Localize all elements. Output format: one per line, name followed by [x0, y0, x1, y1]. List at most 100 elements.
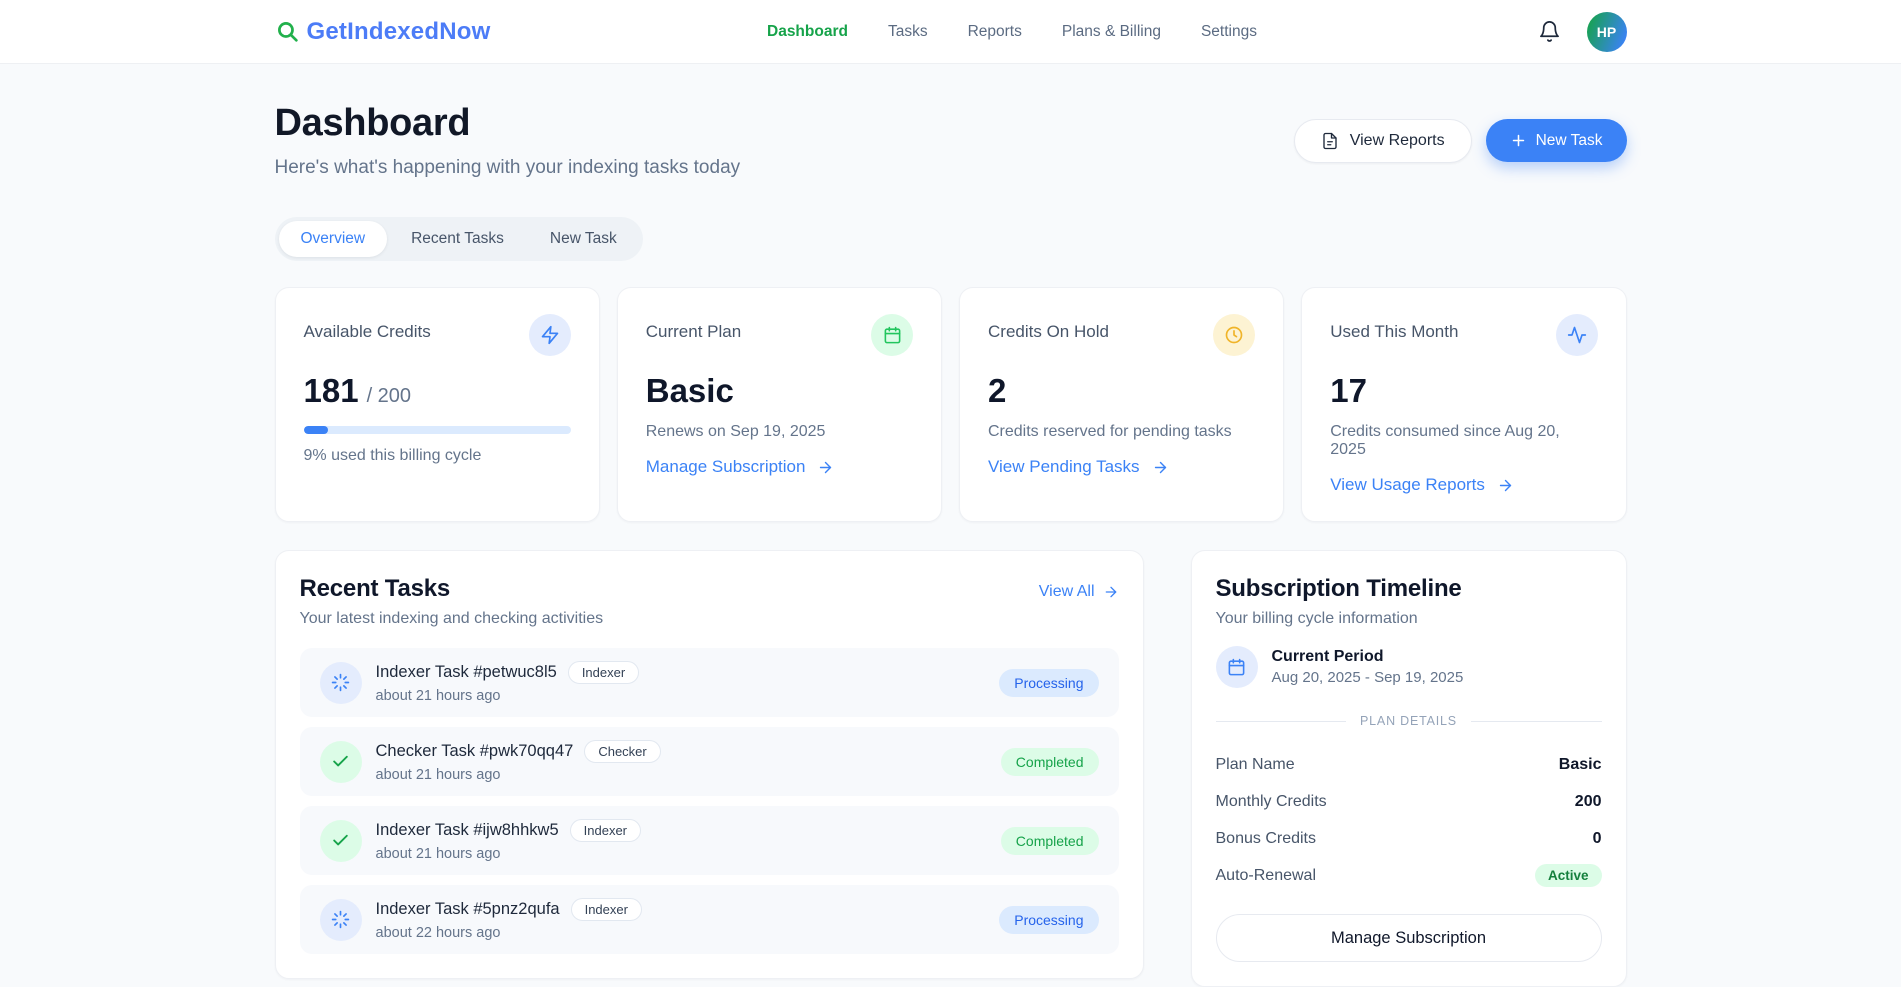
view-all-label: View All	[1039, 583, 1095, 601]
detail-value: 200	[1575, 793, 1602, 811]
subscription-subtitle: Your billing cycle information	[1216, 610, 1602, 628]
detail-label: Plan Name	[1216, 756, 1295, 774]
view-tabs: Overview Recent Tasks New Task	[275, 217, 643, 261]
task-name: Checker Task #pwk70qq47	[376, 742, 574, 761]
new-task-label: New Task	[1536, 132, 1603, 150]
manage-subscription-button[interactable]: Manage Subscription	[1216, 914, 1602, 962]
hold-value: 2	[988, 372, 1006, 410]
status-badge: Completed	[1001, 748, 1099, 776]
plus-icon	[1510, 132, 1527, 149]
nav-item-settings[interactable]: Settings	[1201, 23, 1257, 41]
task-name: Indexer Task #petwuc8l5	[376, 663, 557, 682]
task-timestamp: about 21 hours ago	[376, 767, 987, 783]
used-value: 17	[1330, 372, 1367, 410]
stat-title: Used This Month	[1330, 314, 1458, 342]
detail-label: Bonus Credits	[1216, 830, 1317, 848]
stat-title: Current Plan	[646, 314, 741, 342]
view-pending-tasks-link[interactable]: View Pending Tasks	[988, 457, 1169, 477]
stat-card-used-this-month: Used This Month 17 Credits consumed sinc…	[1301, 287, 1626, 522]
stat-card-available-credits: Available Credits 181 / 200 9% used this…	[275, 287, 600, 522]
current-period-label: Current Period	[1272, 648, 1464, 666]
credits-total: / 200	[367, 385, 411, 408]
detail-value: Basic	[1559, 756, 1602, 774]
current-period-range: Aug 20, 2025 - Sep 19, 2025	[1272, 669, 1464, 686]
nav-item-plans-billing[interactable]: Plans & Billing	[1062, 23, 1161, 41]
task-type-badge: Indexer	[570, 819, 641, 842]
detail-row-auto-renewal: Auto-Renewal Active	[1216, 857, 1602, 894]
task-row[interactable]: Checker Task #pwk70qq47 Checker about 21…	[300, 727, 1119, 796]
task-timestamp: about 22 hours ago	[376, 925, 986, 941]
calendar-icon	[871, 314, 913, 356]
tab-overview[interactable]: Overview	[279, 221, 388, 257]
file-text-icon	[1321, 132, 1339, 150]
task-row[interactable]: Indexer Task #5pnz2qufa Indexer about 22…	[300, 885, 1119, 954]
hold-caption: Credits reserved for pending tasks	[988, 423, 1255, 441]
task-name: Indexer Task #ijw8hhkw5	[376, 821, 559, 840]
plan-details-divider: PLAN DETAILS	[1216, 714, 1602, 728]
nav-item-dashboard[interactable]: Dashboard	[767, 23, 848, 41]
task-type-badge: Indexer	[571, 898, 642, 921]
top-navigation-bar: GetIndexedNow Dashboard Tasks Reports Pl…	[0, 0, 1901, 64]
stat-title: Credits On Hold	[988, 314, 1109, 342]
brand-name: GetIndexedNow	[307, 18, 491, 46]
view-reports-label: View Reports	[1350, 132, 1445, 150]
recent-tasks-title: Recent Tasks	[300, 575, 604, 603]
recent-tasks-panel: Recent Tasks Your latest indexing and ch…	[275, 550, 1144, 979]
new-task-button[interactable]: New Task	[1486, 119, 1627, 162]
credits-progress-bar	[304, 426, 571, 434]
recent-tasks-subtitle: Your latest indexing and checking activi…	[300, 610, 604, 628]
task-type-badge: Indexer	[568, 661, 639, 684]
detail-row-monthly-credits: Monthly Credits 200	[1216, 783, 1602, 820]
plan-value: Basic	[646, 372, 734, 410]
nav-item-tasks[interactable]: Tasks	[888, 23, 928, 41]
user-avatar[interactable]: HP	[1587, 12, 1627, 52]
spinner-icon	[320, 662, 362, 704]
detail-label: Auto-Renewal	[1216, 867, 1317, 885]
view-usage-reports-link-label: View Usage Reports	[1330, 475, 1485, 495]
arrow-right-icon	[1103, 584, 1119, 600]
calendar-icon	[1216, 646, 1258, 688]
bolt-icon	[529, 314, 571, 356]
plan-caption: Renews on Sep 19, 2025	[646, 423, 913, 441]
credits-caption: 9% used this billing cycle	[304, 447, 571, 465]
credits-progress-fill	[304, 426, 328, 434]
nav-item-reports[interactable]: Reports	[968, 23, 1022, 41]
plan-details-label: PLAN DETAILS	[1360, 714, 1457, 728]
view-reports-button[interactable]: View Reports	[1294, 119, 1472, 163]
manage-subscription-link[interactable]: Manage Subscription	[646, 457, 835, 477]
stat-card-credits-on-hold: Credits On Hold 2 Credits reserved for p…	[959, 287, 1284, 522]
subscription-timeline-panel: Subscription Timeline Your billing cycle…	[1191, 550, 1627, 987]
view-usage-reports-link[interactable]: View Usage Reports	[1330, 475, 1514, 495]
subscription-title: Subscription Timeline	[1216, 575, 1602, 603]
detail-label: Monthly Credits	[1216, 793, 1327, 811]
credits-value: 181	[304, 372, 359, 410]
status-badge: Completed	[1001, 827, 1099, 855]
detail-row-plan-name: Plan Name Basic	[1216, 746, 1602, 783]
check-icon	[320, 820, 362, 862]
main-nav: Dashboard Tasks Reports Plans & Billing …	[490, 23, 1533, 41]
stat-card-current-plan: Current Plan Basic Renews on Sep 19, 202…	[617, 287, 942, 522]
task-row[interactable]: Indexer Task #petwuc8l5 Indexer about 21…	[300, 648, 1119, 717]
arrow-right-icon	[1497, 477, 1514, 494]
tab-new-task[interactable]: New Task	[528, 221, 639, 257]
tab-recent-tasks[interactable]: Recent Tasks	[389, 221, 526, 257]
task-timestamp: about 21 hours ago	[376, 688, 986, 704]
spinner-icon	[320, 899, 362, 941]
manage-subscription-link-label: Manage Subscription	[646, 457, 806, 477]
task-type-badge: Checker	[584, 740, 660, 763]
detail-value: 0	[1593, 830, 1602, 848]
stat-title: Available Credits	[304, 314, 431, 342]
detail-row-bonus-credits: Bonus Credits 0	[1216, 820, 1602, 857]
page-subtitle: Here's what's happening with your indexi…	[275, 157, 741, 179]
view-all-link[interactable]: View All	[1039, 583, 1119, 601]
status-badge: Processing	[999, 669, 1098, 697]
notifications-button[interactable]	[1534, 16, 1565, 47]
task-timestamp: about 21 hours ago	[376, 846, 987, 862]
brand-logo[interactable]: GetIndexedNow	[275, 18, 491, 46]
task-row[interactable]: Indexer Task #ijw8hhkw5 Indexer about 21…	[300, 806, 1119, 875]
task-list: Indexer Task #petwuc8l5 Indexer about 21…	[300, 648, 1119, 954]
status-badge: Processing	[999, 906, 1098, 934]
bell-icon	[1538, 20, 1561, 43]
auto-renewal-status-badge: Active	[1535, 864, 1602, 887]
activity-icon	[1556, 314, 1598, 356]
